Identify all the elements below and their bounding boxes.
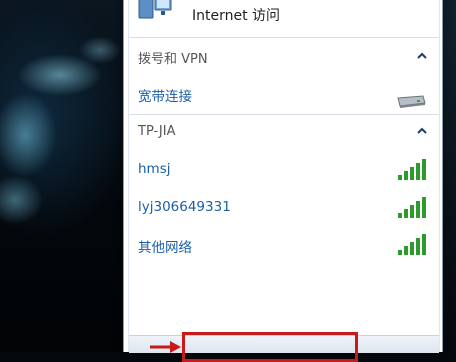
divider (129, 37, 439, 38)
wifi-network-hmsj[interactable]: hmsj (138, 161, 171, 177)
connection-item-broadband[interactable]: 宽带连接 (138, 85, 192, 105)
chevron-up-icon[interactable] (415, 50, 429, 62)
wifi-network-lyj306649331[interactable]: lyj306649331 (138, 199, 231, 215)
wifi-network-other[interactable]: 其他网络 (138, 236, 192, 256)
wifi-signal-icon (398, 197, 426, 218)
desktop-wallpaper-edge (442, 0, 456, 352)
connection-status-row: Internet 访问 (129, 0, 439, 36)
section-title-dialup-vpn: 拨号和 VPN (138, 52, 208, 67)
divider (129, 114, 439, 115)
wifi-signal-icon (398, 234, 426, 255)
network-globe-icon (138, 0, 172, 19)
highlight-box-annotation (182, 332, 358, 362)
network-flyout: Internet 访问 拨号和 VPN 宽带连接 TP-JIA hmsj lyj… (123, 0, 443, 353)
modem-icon (397, 95, 426, 108)
chevron-up-icon[interactable] (415, 125, 429, 137)
internet-access-label: Internet 访问 (192, 8, 281, 24)
wifi-signal-icon (398, 159, 426, 180)
network-flyout-inner: Internet 访问 拨号和 VPN 宽带连接 TP-JIA hmsj lyj… (128, 0, 440, 353)
section-title-tp-jia: TP-JIA (138, 124, 176, 139)
